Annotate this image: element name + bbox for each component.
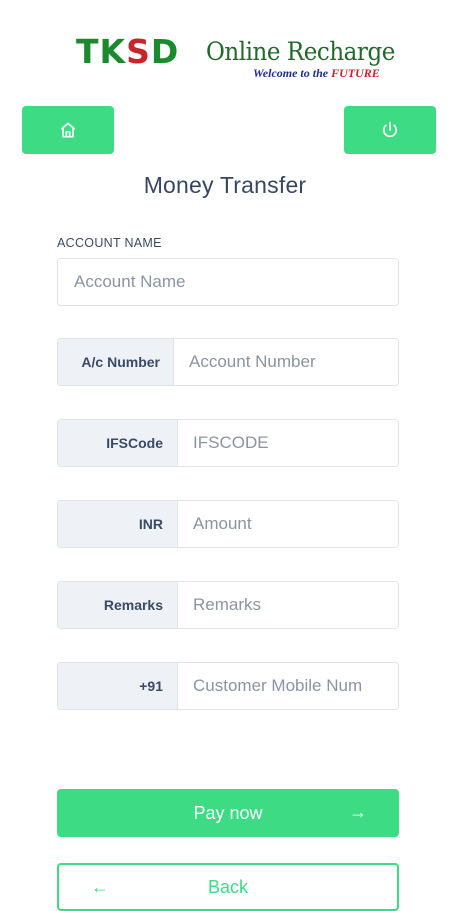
amount-input[interactable] [178, 501, 398, 547]
account-name-input[interactable] [57, 258, 399, 306]
account-number-addon: A/c Number [58, 339, 174, 385]
logo-title: Online Recharge [206, 37, 395, 66]
mobile-input[interactable] [178, 663, 398, 709]
page-title: Money Transfer [143, 172, 307, 198]
arrow-left-icon: ← [91, 877, 109, 897]
pay-now-button[interactable]: Pay now → [57, 789, 399, 837]
logo-brand: TKSD [76, 32, 180, 71]
arrow-right-icon: → [349, 802, 367, 822]
account-number-input[interactable] [174, 339, 398, 385]
home-button[interactable] [22, 106, 114, 154]
logout-button[interactable] [344, 106, 436, 154]
pay-now-label: Pay now [193, 802, 263, 823]
account-name-label: ACCOUNT NAME [57, 236, 162, 250]
remarks-group: Remarks [57, 581, 399, 629]
ifsc-addon: IFSCode [58, 420, 178, 466]
remarks-addon: Remarks [58, 582, 178, 628]
country-code-addon: +91 [58, 663, 178, 709]
app-logo: TKSD Online Recharge Welcome to the FUTU… [0, 30, 450, 82]
remarks-input[interactable] [178, 582, 398, 628]
home-icon [60, 122, 76, 138]
currency-addon: INR [58, 501, 178, 547]
logo-tagline: Welcome to the FUTURE [253, 66, 380, 80]
account-number-group: A/c Number [57, 338, 399, 386]
back-button[interactable]: ← Back [57, 863, 399, 911]
ifsc-group: IFSCode [57, 419, 399, 467]
power-icon [382, 121, 398, 138]
mobile-group: +91 [57, 662, 399, 710]
ifsc-input[interactable] [178, 420, 398, 466]
amount-group: INR [57, 500, 399, 548]
back-label: Back [207, 876, 249, 897]
